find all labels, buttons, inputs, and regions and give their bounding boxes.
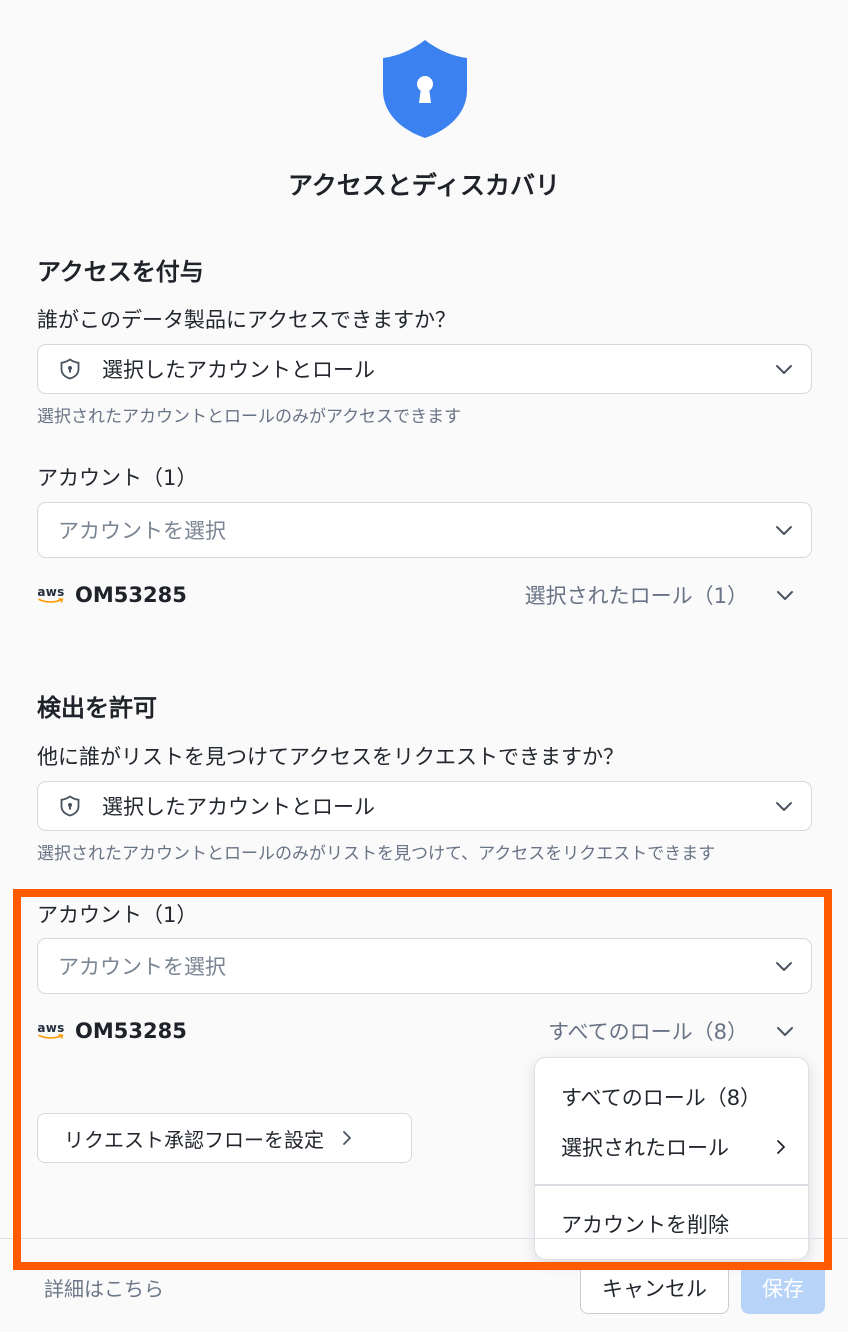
small-shield-icon bbox=[58, 357, 82, 381]
discovery-title: 検出を許可 bbox=[37, 694, 157, 722]
discovery-account-id: OM53285 bbox=[75, 1019, 187, 1043]
grant-account-row: aws OM53285 選択されたロール（1） bbox=[37, 575, 812, 615]
chevron-down-icon bbox=[777, 1027, 793, 1036]
small-shield-icon bbox=[58, 794, 82, 818]
chevron-down-icon bbox=[776, 365, 792, 374]
dialog-title: アクセスとディスカバリ bbox=[287, 171, 560, 200]
menu-item-selected-roles[interactable]: 選択されたロール bbox=[561, 1132, 788, 1162]
chevron-down-icon bbox=[776, 802, 792, 811]
grant-access-title: アクセスを付与 bbox=[37, 258, 204, 286]
discovery-accounts-label: アカウント（1） bbox=[37, 903, 198, 927]
aws-logo-icon: aws bbox=[37, 1019, 65, 1043]
chevron-down-icon bbox=[777, 591, 793, 600]
discovery-role-selector[interactable]: すべてのロール（8） bbox=[548, 1016, 812, 1046]
save-button[interactable]: 保存 bbox=[741, 1262, 825, 1314]
discovery-select-value: 選択したアカウントとロール bbox=[102, 795, 375, 819]
chevron-down-icon bbox=[776, 962, 792, 971]
cancel-button[interactable]: キャンセル bbox=[580, 1262, 729, 1314]
chevron-down-icon bbox=[776, 526, 792, 535]
grant-role-selector[interactable]: 選択されたロール（1） bbox=[525, 580, 812, 610]
grant-role-selector-label: 選択されたロール（1） bbox=[524, 584, 748, 608]
grant-account-select-placeholder: アカウントを選択 bbox=[58, 519, 226, 543]
discovery-role-selector-label: すべてのロール（8） bbox=[547, 1020, 748, 1044]
chevron-right-icon bbox=[777, 1140, 785, 1154]
discovery-question: 他に誰がリストを見つけてアクセスをリクエストできますか？ bbox=[37, 745, 624, 769]
discovery-account-select[interactable]: アカウントを選択 bbox=[37, 938, 812, 994]
approval-flow-button[interactable]: リクエスト承認フローを設定 bbox=[37, 1113, 412, 1163]
footer-divider bbox=[0, 1238, 848, 1239]
role-dropdown-menu: すべてのロール（8） 選択されたロール アカウントを削除 bbox=[534, 1057, 809, 1260]
menu-divider bbox=[535, 1184, 808, 1186]
discovery-helper: 選択されたアカウントとロールのみがリストを見つけて、アクセスをリクエストできます bbox=[37, 844, 716, 864]
shield-keyhole-icon bbox=[380, 38, 470, 140]
learn-more-link[interactable]: 詳細はこちら bbox=[44, 1273, 164, 1302]
grant-accounts-label: アカウント（1） bbox=[37, 466, 198, 490]
approval-flow-button-label: リクエスト承認フローを設定 bbox=[64, 1127, 324, 1152]
discovery-account-row: aws OM53285 すべてのロール（8） bbox=[37, 1011, 812, 1051]
menu-item-remove-account[interactable]: アカウントを削除 bbox=[561, 1209, 788, 1239]
grant-account-id: OM53285 bbox=[75, 583, 187, 607]
chevron-right-icon bbox=[343, 1131, 351, 1145]
grant-access-helper: 選択されたアカウントとロールのみがアクセスできます bbox=[37, 407, 462, 427]
aws-logo-icon: aws bbox=[37, 583, 65, 607]
grant-account-select[interactable]: アカウントを選択 bbox=[37, 502, 812, 558]
grant-access-question: 誰がこのデータ製品にアクセスできますか？ bbox=[37, 308, 456, 332]
discovery-select[interactable]: 選択したアカウントとロール bbox=[37, 781, 812, 831]
discovery-account-select-placeholder: アカウントを選択 bbox=[58, 955, 226, 979]
menu-item-all-roles[interactable]: すべてのロール（8） bbox=[561, 1082, 788, 1112]
grant-access-select-value: 選択したアカウントとロール bbox=[102, 358, 375, 382]
grant-access-select[interactable]: 選択したアカウントとロール bbox=[37, 344, 812, 394]
